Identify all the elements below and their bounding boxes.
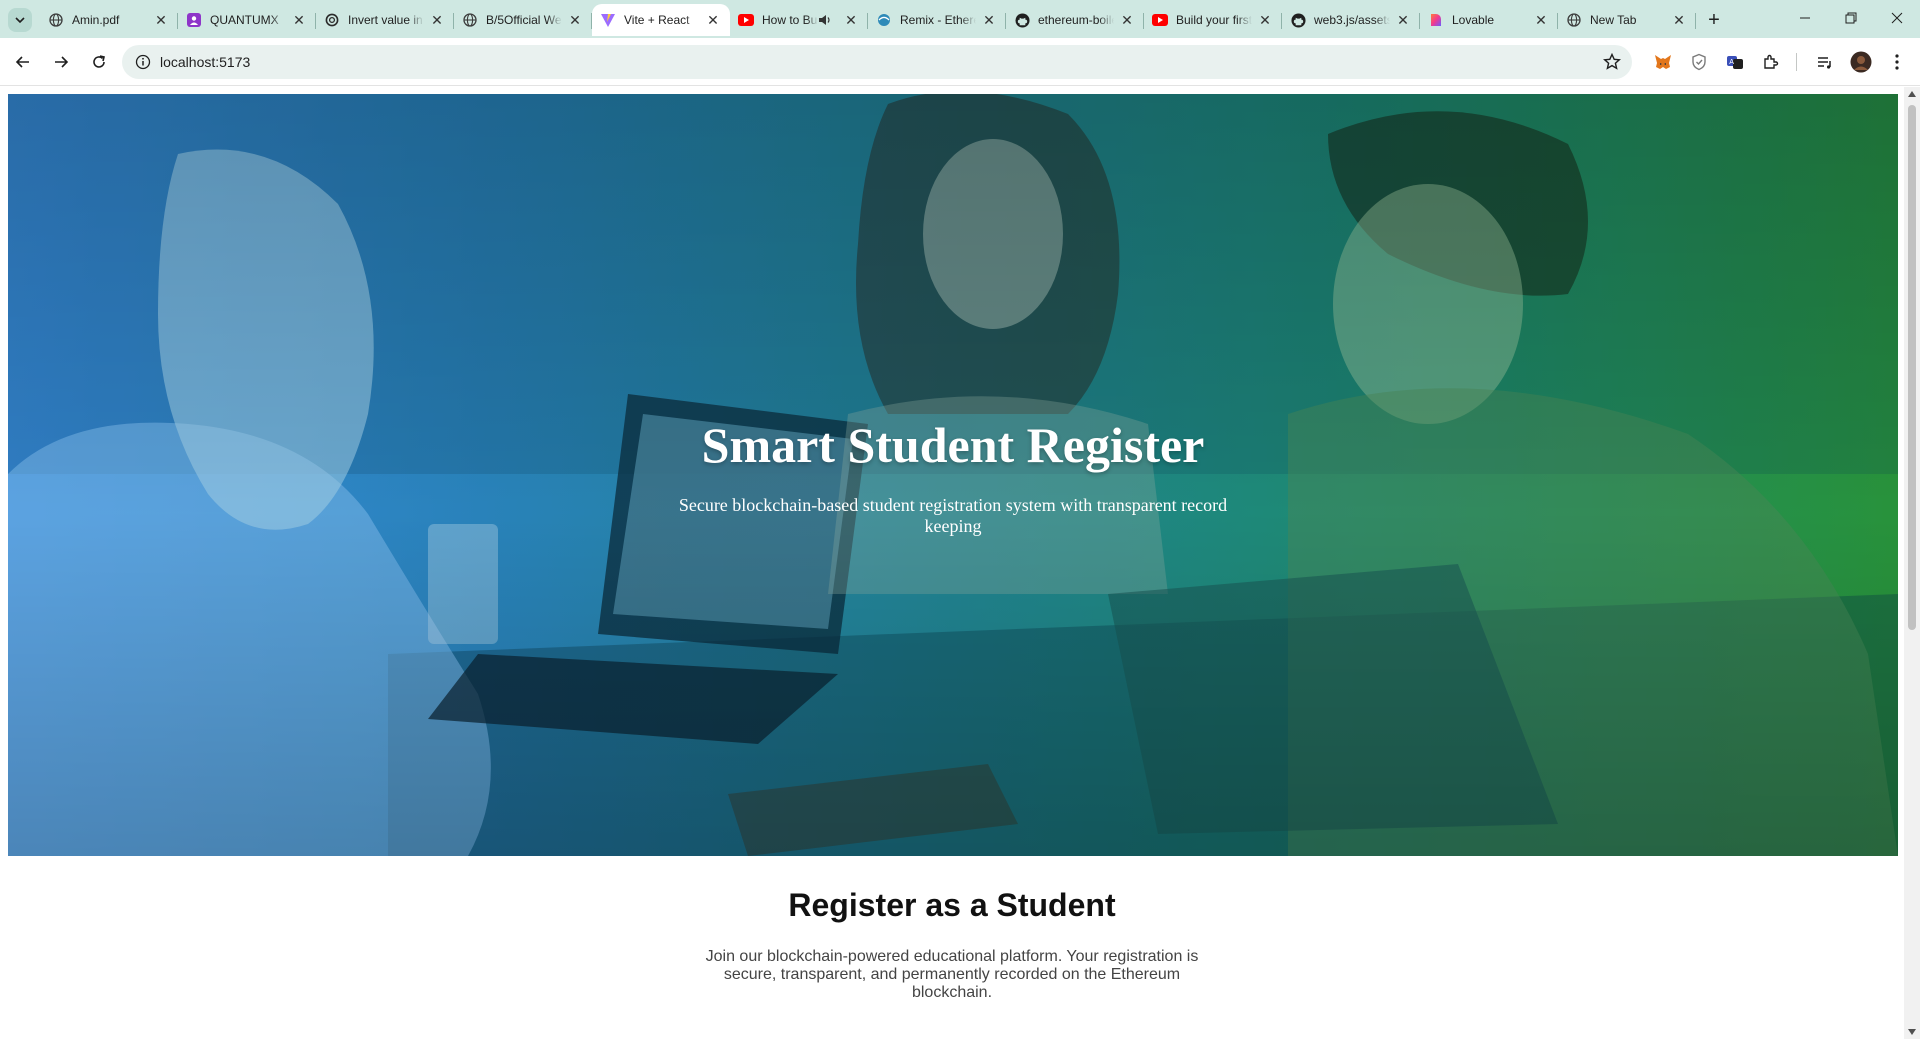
close-icon[interactable]: ✕ xyxy=(1256,11,1274,29)
close-icon[interactable]: ✕ xyxy=(980,11,998,29)
page-scrollbar[interactable] xyxy=(1904,87,1920,1039)
reload-button[interactable] xyxy=(82,45,116,79)
hero-content: Smart Student Register Secure blockchain… xyxy=(8,94,1898,856)
lovable-icon xyxy=(1428,12,1444,28)
tab-web3js[interactable]: web3.js/assets ✕ xyxy=(1282,4,1420,36)
hero-banner: Smart Student Register Secure blockchain… xyxy=(8,94,1898,856)
tab-how-to-build[interactable]: How to Build ✕ xyxy=(730,4,868,36)
tab-lovable[interactable]: Lovable ✕ xyxy=(1420,4,1558,36)
tab-title: Amin.pdf xyxy=(72,13,120,27)
github-icon xyxy=(1290,12,1306,28)
arrow-left-icon xyxy=(15,55,29,68)
hero-subtitle: Secure blockchain-based student registra… xyxy=(678,495,1228,536)
tab-title: Remix - Ethereum IDE xyxy=(900,13,976,27)
close-icon xyxy=(1891,12,1903,24)
close-icon[interactable]: ✕ xyxy=(1670,11,1688,29)
tab-title: Lovable xyxy=(1452,13,1495,27)
new-tab-button[interactable]: + xyxy=(1700,6,1728,34)
tab-ethereum-boilerplate[interactable]: ethereum-boilerplate ✕ xyxy=(1006,4,1144,36)
close-icon[interactable]: ✕ xyxy=(842,11,860,29)
more-menu-icon[interactable] xyxy=(1884,49,1910,75)
forward-button[interactable] xyxy=(44,45,78,79)
tab-vite-react[interactable]: Vite + React ✕ xyxy=(592,4,730,36)
tab-title: QUANTUMX xyxy=(210,13,279,27)
github-icon xyxy=(1014,12,1030,28)
tab-strip: Amin.pdf ✕ QUANTUMX ✕ Invert value in ✕ … xyxy=(0,0,1920,38)
tab-title: How to Build xyxy=(762,13,818,27)
globe-icon xyxy=(462,12,478,28)
close-icon[interactable]: ✕ xyxy=(1118,11,1136,29)
translate-extension-icon[interactable]: A xyxy=(1722,49,1748,75)
browser-toolbar: localhost:5173 A xyxy=(0,38,1920,86)
close-icon[interactable]: ✕ xyxy=(566,11,584,29)
address-bar[interactable]: localhost:5173 xyxy=(122,45,1632,79)
register-heading: Register as a Student xyxy=(788,887,1116,923)
minimize-icon xyxy=(1800,17,1810,19)
tab-quantumx[interactable]: QUANTUMX ✕ xyxy=(178,4,316,36)
register-description: Join our blockchain-powered educational … xyxy=(705,948,1199,1001)
tab-title: ethereum-boilerplate xyxy=(1038,13,1114,27)
arrow-right-icon xyxy=(55,55,69,68)
openai-icon xyxy=(324,12,340,28)
close-icon[interactable]: ✕ xyxy=(704,11,722,29)
profile-avatar[interactable] xyxy=(1848,49,1874,75)
close-icon[interactable]: ✕ xyxy=(290,11,308,29)
tab-title: Invert value in xyxy=(348,13,423,27)
close-icon[interactable]: ✕ xyxy=(1394,11,1412,29)
register-section: Register as a Student Join our blockchai… xyxy=(0,887,1904,1002)
scroll-up-arrow-icon[interactable] xyxy=(1908,91,1916,97)
shield-extension-icon[interactable] xyxy=(1686,49,1712,75)
scrollbar-thumb[interactable] xyxy=(1908,105,1916,630)
close-icon[interactable]: ✕ xyxy=(428,11,446,29)
window-controls xyxy=(1782,0,1920,36)
tab-title: B/5Official Website xyxy=(486,13,562,27)
back-button[interactable] xyxy=(6,45,40,79)
tab-amin-pdf[interactable]: Amin.pdf ✕ xyxy=(40,4,178,36)
tab-title: Vite + React xyxy=(624,13,690,27)
hero-title: Smart Student Register xyxy=(701,417,1205,473)
tab-new-tab[interactable]: New Tab ✕ xyxy=(1558,4,1696,36)
globe-icon xyxy=(1566,12,1582,28)
site-info-icon[interactable] xyxy=(128,47,158,77)
close-icon[interactable]: ✕ xyxy=(1532,11,1550,29)
speaker-icon[interactable] xyxy=(818,12,834,28)
page-viewport: Smart Student Register Secure blockchain… xyxy=(0,87,1920,1039)
bookmark-star-icon[interactable] xyxy=(1602,52,1622,72)
tab-build-dapp[interactable]: Build your first dapp ✕ xyxy=(1144,4,1282,36)
remix-icon xyxy=(876,12,892,28)
close-window-button[interactable] xyxy=(1874,0,1920,36)
globe-icon xyxy=(48,12,64,28)
metamask-extension-icon[interactable] xyxy=(1650,49,1676,75)
vite-icon xyxy=(600,12,616,28)
tab-title: New Tab xyxy=(1590,13,1637,27)
extensions-puzzle-icon[interactable] xyxy=(1758,49,1784,75)
tab-title: Build your first dapp xyxy=(1176,13,1252,27)
minimize-button[interactable] xyxy=(1782,0,1828,36)
toolbar-separator xyxy=(1796,53,1797,71)
url-text[interactable]: localhost:5173 xyxy=(160,54,250,70)
quantumx-icon xyxy=(186,12,202,28)
close-icon[interactable]: ✕ xyxy=(152,11,170,29)
chevron-down-icon xyxy=(15,17,25,24)
youtube-icon xyxy=(1152,12,1168,28)
tab-b5official[interactable]: B/5Official Website ✕ xyxy=(454,4,592,36)
tab-title: web3.js/assets xyxy=(1314,13,1390,27)
tab-invert-value[interactable]: Invert value in ✕ xyxy=(316,4,454,36)
tab-remix[interactable]: Remix - Ethereum IDE ✕ xyxy=(868,4,1006,36)
tab-list: Amin.pdf ✕ QUANTUMX ✕ Invert value in ✕ … xyxy=(40,4,1728,38)
restore-icon xyxy=(1845,12,1857,24)
reload-icon xyxy=(93,54,105,68)
tab-search-button[interactable] xyxy=(8,8,32,32)
svg-text:A: A xyxy=(1729,59,1734,66)
youtube-icon xyxy=(738,12,754,28)
media-control-icon[interactable] xyxy=(1812,49,1838,75)
scroll-down-arrow-icon[interactable] xyxy=(1908,1029,1916,1035)
restore-button[interactable] xyxy=(1828,0,1874,36)
